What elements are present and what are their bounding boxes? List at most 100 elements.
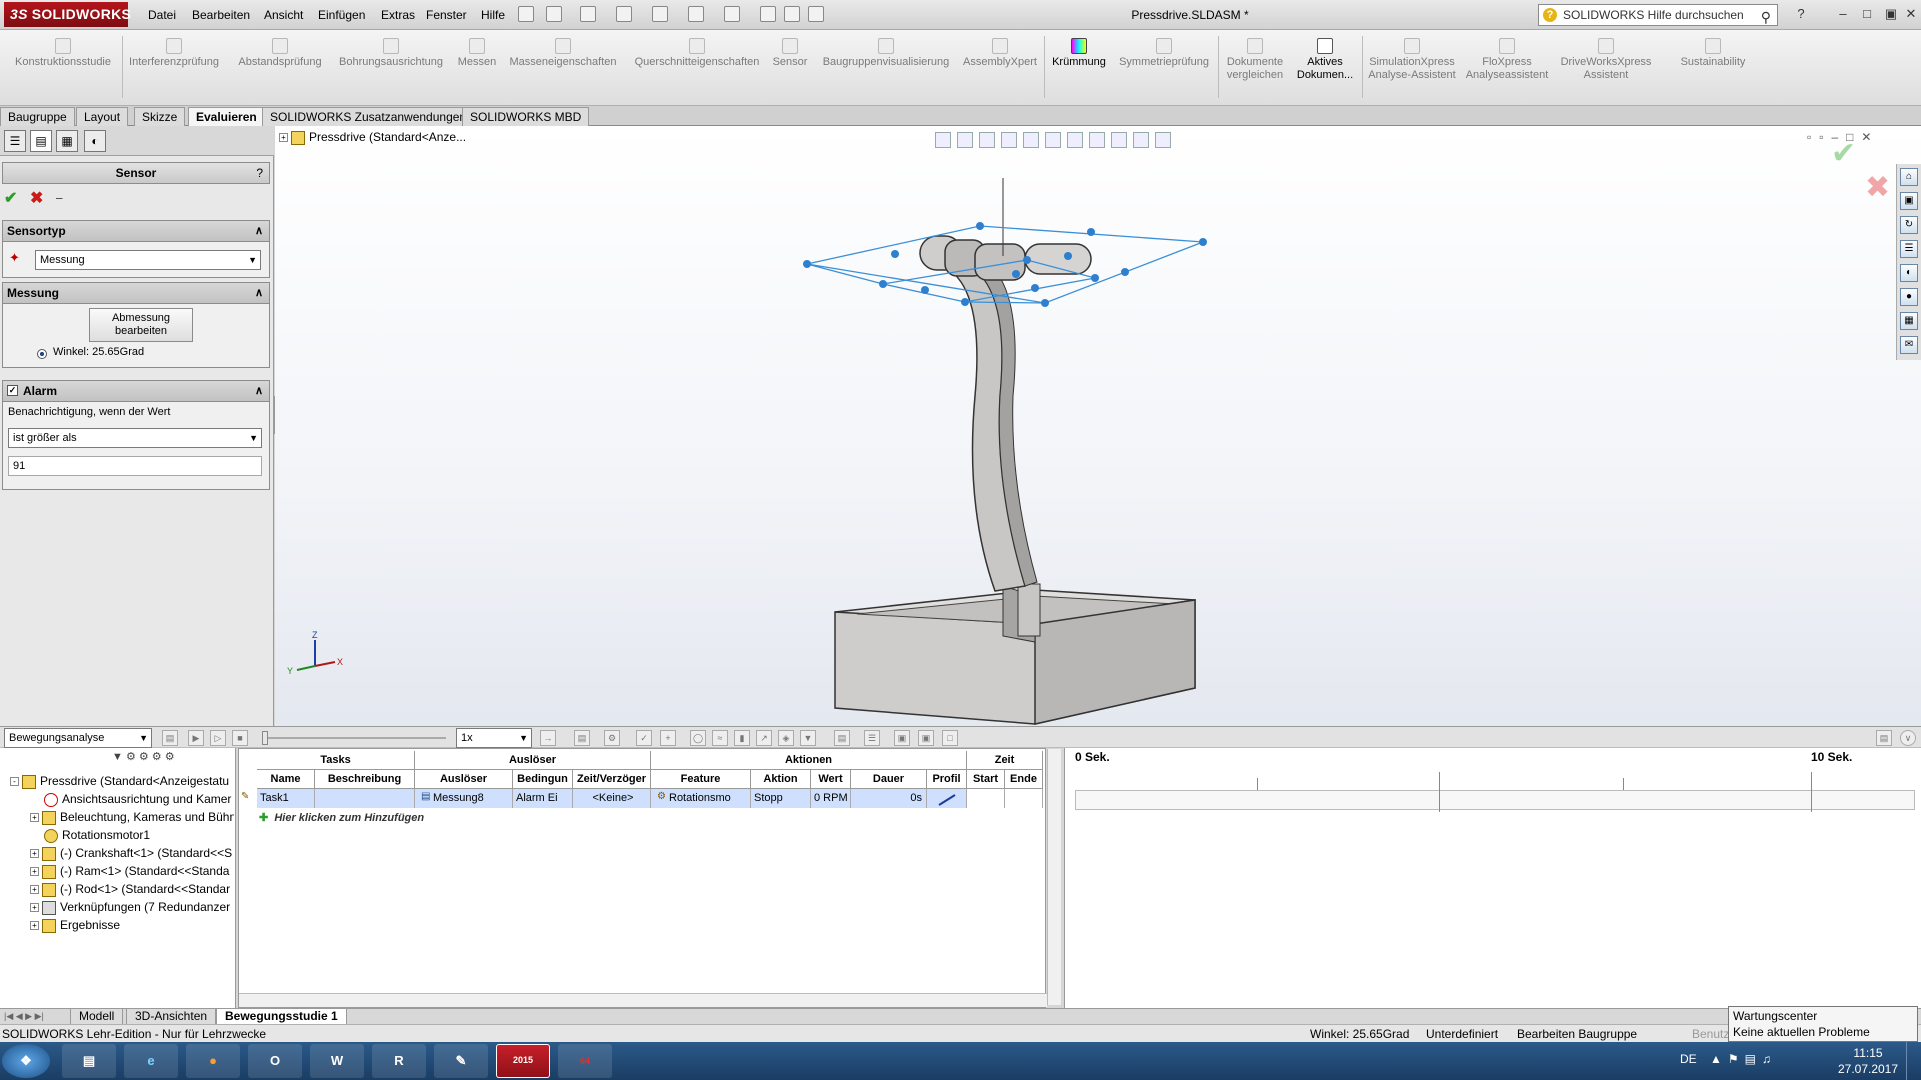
tree-item[interactable]: + (-) Rod<1> (Standard<<Standar [0,880,234,898]
timeline-track[interactable] [1075,790,1915,810]
solidworks-taskbar-icon[interactable]: 2015 [496,1044,550,1078]
add-key-icon[interactable]: + [660,730,676,746]
help-search-input[interactable]: ? SOLIDWORKS Hilfe durchsuchen ⚲ [1538,4,1778,26]
vertical-scrollbar[interactable] [1047,749,1061,1005]
help-icon[interactable]: ? [256,163,263,183]
property-manager-tab-icon[interactable]: ▤ [30,130,52,152]
study-properties-icon[interactable]: ☰ [864,730,880,746]
menu-einfuegen[interactable]: Einfügen [318,0,365,30]
damper-icon[interactable]: ▮ [734,730,750,746]
force-icon[interactable]: ↗ [756,730,772,746]
abstandspruefung-button[interactable]: Abstandsprüfung [232,38,328,69]
app-64-icon[interactable]: 64 [558,1044,612,1078]
word-icon[interactable]: W [310,1044,364,1078]
tree-item[interactable]: - Pressdrive (Standard<Anzeigestatu [0,772,234,790]
cell-ende[interactable] [1005,789,1043,808]
print-icon[interactable] [652,6,668,22]
spring-icon[interactable]: ≈ [712,730,728,746]
cell-wert[interactable]: 0 RPM [811,789,851,808]
querschnitteigenschaften-button[interactable]: Querschnitteigenschaften [626,38,768,69]
tab-baugruppe[interactable]: Baugruppe [0,107,75,126]
home-icon[interactable]: ⌂ [1900,168,1918,186]
outlook-icon[interactable]: O [248,1044,302,1078]
tab-zusatzanwendungen[interactable]: SOLIDWORKS Zusatzanwendungen [262,107,475,126]
timeline-view-icon[interactable]: ▣ [894,730,910,746]
graphics-viewport[interactable]: +Pressdrive (Standard<Anze... ▫▫–□✕ ✔ ✖ [275,126,1921,726]
close-button[interactable]: ✕ [1902,6,1920,22]
help-menu-icon[interactable]: ? [1792,6,1810,22]
tray-icons[interactable]: ▲⚑▤♫ [1710,1052,1777,1066]
results-plots-icon[interactable]: ▤ [834,730,850,746]
ok-checkmark-icon[interactable]: ✔ [4,188,17,208]
select-icon[interactable] [724,6,740,22]
floxpress-button[interactable]: FloXpress Analyseassistent [1462,38,1552,82]
tab-layout[interactable]: Layout [76,107,129,126]
undo-icon[interactable] [688,6,704,22]
new-icon[interactable] [546,6,562,22]
tree-filter-icons[interactable]: ▼ ⚙ ⚙ ⚙ ⚙ [112,750,232,768]
konstruktionsstudie-button[interactable]: Konstruktionsstudie [6,38,120,69]
play-icon[interactable]: ▷ [210,730,226,746]
pressdrive-model[interactable]: Z X Y [275,126,1921,726]
assemblyxpert-button[interactable]: AssemblyXpert [962,38,1038,69]
tab-scroll-arrows[interactable]: |◀ ◀ ▶ ▶| [4,1011,44,1022]
col-ende[interactable]: Ende [1005,770,1043,789]
bohrungsausrichtung-button[interactable]: Bohrungsausrichtung [334,38,448,69]
search-icon[interactable]: ⚲ [1761,7,1771,27]
tree-item[interactable]: + Beleuchtung, Kameras und Bühn [0,808,234,826]
tab-modell[interactable]: Modell [70,1009,124,1025]
menu-ansicht[interactable]: Ansicht [264,0,303,30]
stop-icon[interactable]: ■ [232,730,248,746]
col-start[interactable]: Start [967,770,1005,789]
r-app-icon[interactable]: R [372,1044,426,1078]
solidworks-logo[interactable]: 3S SOLIDWORKS [4,2,131,27]
symmetriepruefung-button[interactable]: Symmetrieprüfung [1114,38,1214,69]
winkel-radio[interactable] [37,349,47,359]
messung-header[interactable]: Messung ∧ [2,282,270,304]
playback-speed-select[interactable]: 1x ▼ [456,728,532,748]
col-beschreibung[interactable]: Beschreibung [315,770,415,789]
file-explorer-icon[interactable]: ☰ [1900,240,1918,258]
menu-fenster[interactable]: Fenster [426,0,467,30]
pushpin-icon[interactable]: ⎯ [56,190,63,206]
profile-linear-icon[interactable] [937,793,957,807]
view-palette-icon[interactable]: ◐ [1900,264,1918,282]
calculate-icon[interactable]: ▤ [162,730,178,746]
collapse-icon[interactable]: ∧ [255,221,263,241]
cell-name[interactable]: Task1 [257,789,315,808]
col-dauer[interactable]: Dauer [851,770,927,789]
sensortyp-header[interactable]: Sensortyp ∧ [2,220,270,242]
dokumente-vergleichen-button[interactable]: Dokumente vergleichen [1220,38,1290,82]
forum-icon[interactable]: ✉ [1900,336,1918,354]
collapse-motion-icon[interactable]: ∨ [1900,730,1916,746]
driveworksxpress-button[interactable]: DriveWorksXpress Assistent [1556,38,1656,82]
sensortyp-select[interactable]: Messung ▼ [35,250,261,270]
start-button-icon[interactable]: ❖ [2,1044,50,1078]
custom-properties-icon[interactable]: ▦ [1900,312,1918,330]
event-view-icon[interactable]: ▣ [918,730,934,746]
playback-mode-icon[interactable]: → [540,730,556,746]
tab-evaluieren[interactable]: Evaluieren [188,107,265,126]
playback-slider-handle[interactable] [262,731,268,745]
language-indicator[interactable]: DE [1680,1052,1697,1066]
alarm-header[interactable]: ✓ Alarm ∧ [2,380,270,402]
resources-icon[interactable]: ▣ [1900,192,1918,210]
minimize-button[interactable]: – [1834,6,1852,22]
collapse-icon[interactable]: ∧ [255,283,263,303]
configuration-tab-icon[interactable]: ▦ [56,130,78,152]
tab-3d-ansichten[interactable]: 3D-Ansichten [126,1009,217,1025]
col-wert[interactable]: Wert [811,770,851,789]
save-icon[interactable] [616,6,632,22]
col-zeit-verzoegerung[interactable]: Zeit/Verzöger [573,770,651,789]
clock[interactable]: 11:15 27.07.2017 [1836,1045,1900,1077]
design-library-icon[interactable]: ↻ [1900,216,1918,234]
autokey-icon[interactable]: ✓ [636,730,652,746]
cell-aktion[interactable]: Stopp [751,789,811,808]
kruemmung-button[interactable]: Krümmung [1046,38,1112,69]
playback-slider[interactable] [262,737,446,739]
cell-zeit[interactable]: <Keine> [573,789,651,808]
cell-start[interactable] [967,789,1005,808]
study-type-select[interactable]: Bewegungsanalyse ▼ [4,728,152,748]
file-props-icon[interactable] [784,6,800,22]
menu-hilfe[interactable]: Hilfe [481,0,505,30]
